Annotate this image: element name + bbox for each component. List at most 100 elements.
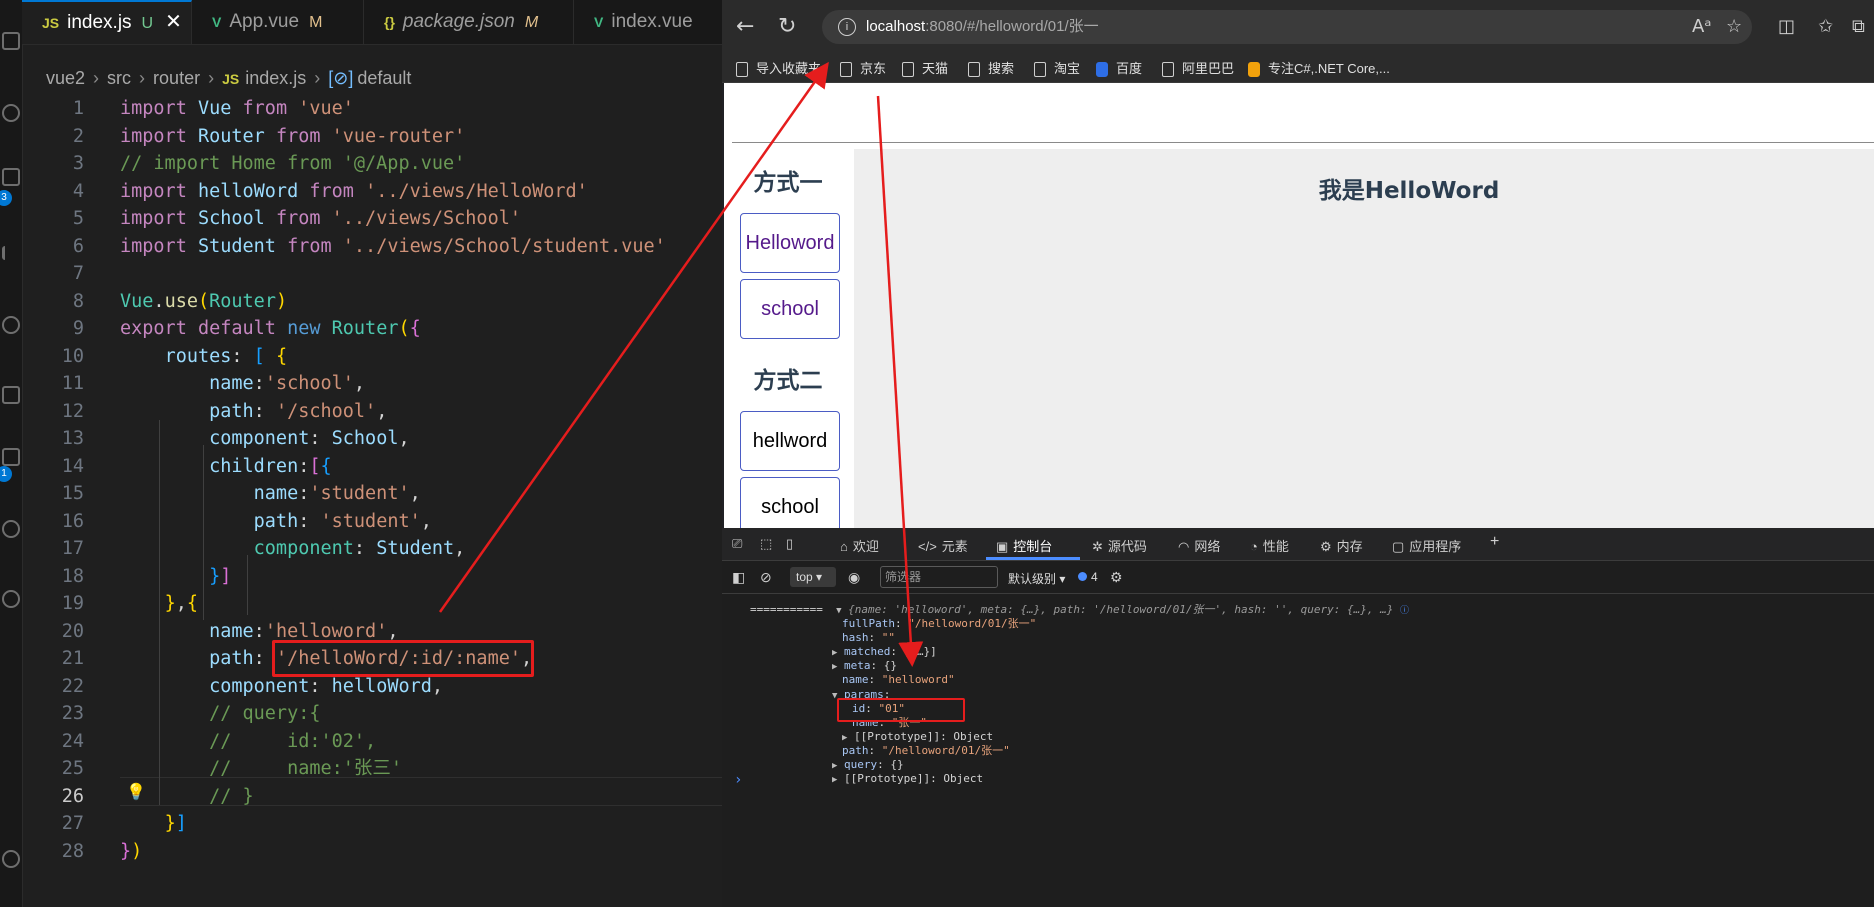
breadcrumb-vue2[interactable]: vue2 — [46, 68, 85, 88]
code-line: 27 }] — [61, 813, 187, 834]
tab-console[interactable]: ▣ 控制台 — [996, 536, 1052, 555]
code-line: 4 import helloWord from '../views/HelloWo… — [72, 180, 588, 202]
fav-csharp[interactable]: 专注C#,.NET Core,... — [1248, 58, 1390, 78]
settings-icon[interactable] — [2, 850, 20, 868]
run-debug-icon[interactable] — [2, 246, 19, 260]
collections-icon[interactable]: ⧉ — [1852, 16, 1865, 37]
page-icon — [1162, 62, 1174, 78]
fav-baidu[interactable]: 百度 — [1096, 58, 1142, 78]
js-file-icon: JS — [222, 71, 240, 87]
remote-icon[interactable] — [2, 316, 20, 334]
back-icon[interactable]: ← — [736, 14, 754, 39]
info-icon: ⓘ — [1399, 606, 1409, 616]
address-bar[interactable]: i localhost:8080/#/helloword/01/张一 — [822, 10, 1752, 44]
json-file-icon: {} — [384, 14, 395, 30]
gauge-icon: ◔ — [1250, 539, 1258, 554]
page-icon — [902, 62, 914, 78]
section-heading-1: 方式一 — [753, 170, 823, 196]
tab-label: index.js — [67, 12, 132, 33]
breadcrumb-file[interactable]: index.js — [245, 68, 306, 88]
close-icon[interactable]: ✕ — [165, 11, 182, 33]
code-editor[interactable]: 1 import Vue from 'vue' 2 import Router fr… — [22, 95, 722, 865]
breadcrumb-symbol[interactable]: default — [357, 68, 411, 88]
explorer-icon[interactable] — [2, 32, 20, 50]
filter-input[interactable]: 筛选器 — [880, 566, 998, 588]
code-line: 2 import Router from 'vue-router' — [72, 125, 466, 147]
fav-search[interactable]: 搜索 — [968, 58, 1014, 78]
clear-console-icon[interactable]: ⊘ — [760, 569, 772, 586]
fav-import[interactable]: 导入收藏夹 — [736, 58, 821, 78]
eye-icon[interactable]: ◉ — [848, 569, 860, 586]
extensions-badge: 1 — [0, 466, 12, 482]
accounts-icon[interactable] — [2, 590, 20, 608]
favorites-bar: 导入收藏夹 京东 天猫 搜索 淘宝 百度 阿里巴巴 专注C#,.NET Core… — [722, 52, 1874, 83]
section-heading-2: 方式二 — [753, 368, 823, 394]
fav-jd[interactable]: 京东 — [840, 58, 886, 78]
link-school[interactable]: school — [740, 279, 840, 339]
source-control-icon[interactable] — [2, 168, 20, 186]
link-helloword[interactable]: Helloword — [740, 213, 840, 273]
favorite-star-icon[interactable]: ☆ — [1726, 16, 1742, 37]
issues-count[interactable]: 4 — [1078, 570, 1098, 584]
code-line: 9 export default new Router({ — [72, 318, 421, 339]
left-nav: 方式一 Helloword school 方式二 hellword school — [732, 149, 840, 528]
tab-app-vue[interactable]: V App.vue M — [192, 0, 364, 44]
timeline-icon[interactable] — [2, 520, 20, 538]
console-prompt[interactable]: › — [734, 772, 742, 788]
console-settings-icon[interactable]: ⚙ — [1110, 569, 1123, 586]
tab-welcome[interactable]: ⌂ 欢迎 — [840, 536, 879, 555]
testing-icon[interactable] — [2, 448, 20, 466]
code-line: 17 component: Student, — [61, 538, 466, 559]
router-view: 我是HelloWord — [854, 149, 1874, 528]
inspect-icon[interactable]: ⬚ — [760, 536, 772, 552]
tab-label: index.vue — [611, 11, 693, 32]
expand-prototype[interactable]: ▶ [[Prototype]]: Object — [832, 771, 983, 788]
extensions-icon[interactable] — [2, 386, 20, 404]
tab-network[interactable]: ◠ 网络 — [1178, 536, 1220, 555]
tab-sources[interactable]: ✲ 源代码 — [1092, 536, 1147, 555]
dock-icon[interactable]: ▯ — [786, 536, 793, 552]
button-hellword[interactable]: hellword — [740, 411, 840, 471]
fav-taobao[interactable]: 淘宝 — [1034, 58, 1080, 78]
breadcrumb-router[interactable]: router — [153, 68, 200, 88]
site-icon — [1248, 62, 1260, 78]
url-path: :8080/#/helloword/01/张一 — [925, 18, 1099, 35]
button-school[interactable]: school — [740, 477, 840, 528]
info-icon[interactable]: i — [838, 18, 856, 37]
code-line: 14 children:[{ — [61, 455, 332, 477]
import-icon — [736, 62, 748, 78]
fav-tmall[interactable]: 天猫 — [902, 58, 948, 78]
tab-package-json[interactable]: {} package.json M — [364, 0, 574, 44]
log-level-dropdown[interactable]: 默认级别 ▾ — [1008, 570, 1065, 587]
sidebar-toggle-icon[interactable]: ◧ — [732, 569, 745, 586]
vue-file-icon: V — [594, 14, 604, 30]
code-line: 6 import Student from '../views/School/st… — [72, 235, 666, 257]
device-emulation-icon[interactable]: ⎚ — [732, 536, 742, 552]
tab-index-vue[interactable]: Vindex.vue — [574, 0, 722, 44]
tab-index-js[interactable]: JS index.js U ✕ — [22, 0, 192, 44]
refresh-icon[interactable]: ↻ — [778, 14, 796, 39]
devtools-panel: ⎚ ⬚ ▯ ⌂ 欢迎 </> 元素 ▣ 控制台 ✲ 源代码 ◠ 网络 ◔ 性能 ⚙ 内存 ▢ 应… — [722, 528, 1874, 907]
bug-icon: ✲ — [1092, 539, 1103, 554]
tab-memory[interactable]: ⚙ 内存 — [1320, 536, 1363, 555]
split-screen-icon[interactable]: ◫ — [1778, 16, 1795, 37]
code-line: 8 Vue.use(Router) — [72, 290, 288, 312]
tab-elements[interactable]: </> 元素 — [918, 536, 968, 555]
code-line: 16 path: 'student', — [61, 510, 432, 532]
search-icon[interactable] — [2, 104, 20, 122]
tab-status: M — [524, 14, 539, 31]
tab-application[interactable]: ▢ 应用程序 — [1392, 536, 1461, 555]
address-bar-row: ← ↻ i localhost:8080/#/helloword/01/张一 Aᵃ… — [722, 0, 1874, 52]
code-line: 24 // id:'02', — [61, 730, 377, 752]
devtools-tabs: ⎚ ⬚ ▯ ⌂ 欢迎 </> 元素 ▣ 控制台 ✲ 源代码 ◠ 网络 ◔ 性能 ⚙ 内存 ▢ 应… — [722, 528, 1874, 561]
add-tab-icon[interactable]: + — [1490, 533, 1499, 551]
context-selector[interactable]: top ▾ — [790, 567, 836, 587]
read-aloud-icon[interactable]: Aᵃ — [1692, 16, 1711, 37]
code-line: 3// import Home from '@/App.vue' — [72, 153, 466, 174]
breadcrumb-src[interactable]: src — [107, 68, 131, 88]
fav-alibaba[interactable]: 阿里巴巴 — [1162, 58, 1234, 78]
tab-performance[interactable]: ◔ 性能 — [1250, 536, 1289, 555]
gear-icon: ⚙ — [1320, 539, 1332, 554]
vscode-editor: 3 1 JS index.js U ✕ V App.vue M {} package.jso… — [0, 0, 722, 907]
favorites-icon[interactable]: ✩ — [1818, 16, 1833, 37]
